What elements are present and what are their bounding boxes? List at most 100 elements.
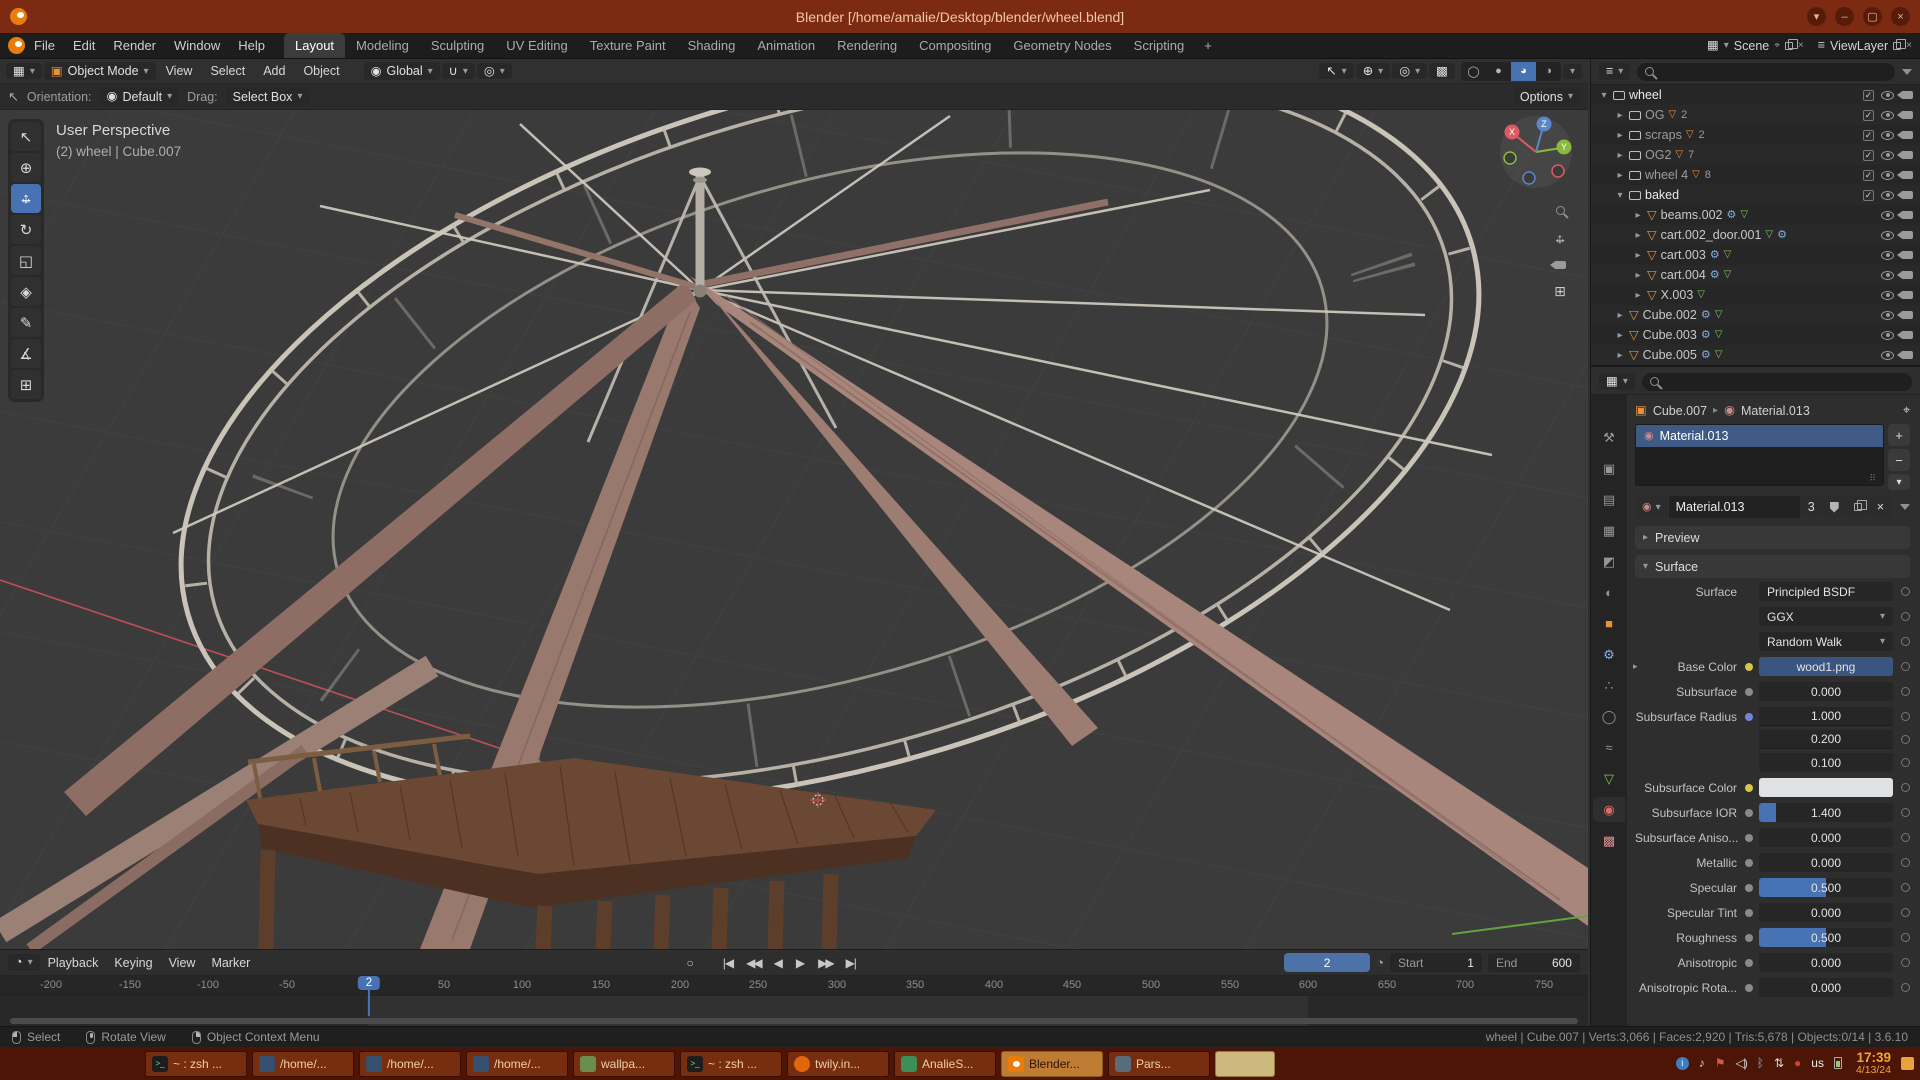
jump-to-end-button[interactable]	[841, 955, 861, 971]
subsurface-ior-field[interactable]: 1.400	[1759, 803, 1893, 822]
hide-eye-icon[interactable]	[1881, 271, 1894, 280]
subsurface-color-swatch[interactable]	[1759, 778, 1893, 797]
timeline-editor-type-button[interactable]	[8, 954, 40, 971]
camera-view-icon[interactable]	[1554, 261, 1566, 269]
zoom-icon[interactable]	[1556, 206, 1565, 215]
hide-eye-icon[interactable]	[1881, 91, 1894, 100]
recording-tray-icon[interactable]	[1794, 1057, 1801, 1069]
exclude-checkbox[interactable]	[1863, 170, 1874, 181]
disclosure-icon[interactable]	[1615, 310, 1625, 321]
menu-window[interactable]: Window	[165, 33, 229, 58]
exclude-checkbox[interactable]	[1863, 130, 1874, 141]
specular-tint-field[interactable]: 0.000	[1759, 903, 1893, 922]
surface-shader-button[interactable]: Principled BSDF	[1759, 582, 1893, 601]
disclosure-icon[interactable]	[1599, 90, 1609, 101]
breadcrumb-material[interactable]: Material.013	[1741, 404, 1810, 418]
start-frame-field[interactable]: Start1	[1390, 953, 1482, 972]
decorator-icon[interactable]	[1901, 735, 1910, 744]
outliner-collection-og[interactable]: OG 2	[1591, 105, 1920, 125]
task-button-blender[interactable]: Blender...	[1001, 1051, 1103, 1077]
volume-tray-icon[interactable]	[1736, 1057, 1747, 1069]
properties-tab-texture[interactable]: ▩	[1593, 828, 1625, 853]
outliner-object-beams-002[interactable]: beams.002	[1591, 205, 1920, 225]
properties-tab-scene[interactable]: ◩	[1593, 549, 1625, 574]
hide-eye-icon[interactable]	[1881, 331, 1894, 340]
transform-orientation-dropdown[interactable]: Global	[364, 62, 440, 80]
menu-add[interactable]: Add	[255, 64, 293, 78]
preview-panel-header[interactable]: Preview	[1635, 526, 1910, 549]
music-tray-icon[interactable]	[1699, 1057, 1705, 1069]
outliner-object-cart-002-door-001[interactable]: cart.002_door.001	[1591, 225, 1920, 245]
viewport-3d[interactable]: User Perspective (2) wheel | Cube.007	[0, 110, 1588, 949]
menu-object[interactable]: Object	[295, 64, 347, 78]
tray-highlight-icon[interactable]	[1901, 1057, 1914, 1070]
decorator-icon[interactable]	[1901, 662, 1910, 671]
tab-shading[interactable]: Shading	[677, 33, 747, 58]
axis-z-neg-handle[interactable]	[1523, 172, 1535, 184]
disable-render-icon[interactable]	[1901, 311, 1913, 319]
disclosure-icon[interactable]	[1615, 170, 1625, 181]
list-resize-grip[interactable]: ⠿	[1869, 473, 1877, 484]
transform-tool[interactable]	[11, 277, 41, 306]
hide-eye-icon[interactable]	[1881, 351, 1894, 360]
tab-scripting[interactable]: Scripting	[1123, 33, 1196, 58]
task-button-files-2[interactable]: /home/...	[359, 1051, 461, 1077]
task-button-zsh-1[interactable]: ~ : zsh ...	[145, 1051, 247, 1077]
expand-icon[interactable]	[1633, 661, 1638, 672]
outliner-object-cart-004[interactable]: cart.004	[1591, 265, 1920, 285]
menu-file[interactable]: File	[25, 33, 64, 58]
outliner-collection-og2[interactable]: OG2 7	[1591, 145, 1920, 165]
hide-eye-icon[interactable]	[1881, 211, 1894, 220]
outliner-object-cube-002[interactable]: Cube.002	[1591, 305, 1920, 325]
anisotropic-field[interactable]: 0.000	[1759, 953, 1893, 972]
disclosure-icon[interactable]	[1615, 150, 1625, 161]
decorator-icon[interactable]	[1901, 612, 1910, 621]
outliner-collection-scraps[interactable]: scraps 2	[1591, 125, 1920, 145]
window-shade-icon[interactable]	[1807, 7, 1826, 26]
overlays-dropdown[interactable]	[1392, 63, 1427, 80]
jump-to-start-button[interactable]	[718, 955, 738, 971]
new-scene-icon[interactable]	[1785, 42, 1793, 50]
tab-geometry-nodes[interactable]: Geometry Nodes	[1002, 33, 1122, 58]
bluetooth-tray-icon[interactable]	[1757, 1057, 1764, 1069]
orientation-default-dropdown[interactable]: Default	[100, 88, 180, 106]
window-titlebar[interactable]: Blender [/home/amalie/Desktop/blender/wh…	[0, 0, 1920, 33]
task-button-pars[interactable]: Pars...	[1108, 1051, 1210, 1077]
pin-icon[interactable]	[1903, 404, 1910, 417]
task-button-files-3[interactable]: /home/...	[466, 1051, 568, 1077]
unlink-material-button[interactable]	[1870, 496, 1891, 518]
task-button-untitled[interactable]	[1215, 1051, 1275, 1077]
mode-dropdown[interactable]: Object Mode	[44, 62, 156, 80]
properties-editor-type-button[interactable]	[1599, 373, 1635, 390]
tab-layout[interactable]: Layout	[284, 33, 345, 58]
auto-keying-button[interactable]	[682, 955, 699, 971]
decorator-icon[interactable]	[1901, 637, 1910, 646]
subsurface-method-dropdown[interactable]: Random Walk	[1759, 632, 1893, 651]
editor-type-button[interactable]	[6, 63, 42, 80]
playhead[interactable]: 2	[368, 976, 370, 1016]
task-button-zsh-2[interactable]: ~ : zsh ...	[680, 1051, 782, 1077]
disable-render-icon[interactable]	[1901, 231, 1913, 239]
filter-icon[interactable]	[1900, 504, 1910, 510]
subsurface-radius-y-field[interactable]: 0.200	[1759, 730, 1893, 749]
disable-render-icon[interactable]	[1901, 91, 1913, 99]
outliner-collection-wheel4[interactable]: wheel 4 8	[1591, 165, 1920, 185]
add-workspace-button[interactable]: +	[1195, 33, 1221, 58]
object-visibility-dropdown[interactable]	[1319, 63, 1354, 80]
disclosure-icon[interactable]	[1615, 350, 1625, 361]
disclosure-icon[interactable]	[1615, 190, 1625, 201]
task-button-analies[interactable]: AnalieS...	[894, 1051, 996, 1077]
hide-eye-icon[interactable]	[1881, 291, 1894, 300]
use-preview-range-icon[interactable]	[1376, 956, 1384, 969]
end-frame-field[interactable]: End600	[1488, 953, 1580, 972]
disclosure-icon[interactable]	[1615, 130, 1625, 141]
gizmos-dropdown[interactable]	[1356, 63, 1391, 80]
options-dropdown[interactable]: Options	[1513, 88, 1580, 106]
scale-tool[interactable]	[11, 246, 41, 275]
menu-help[interactable]: Help	[229, 33, 274, 58]
rotate-tool[interactable]	[11, 215, 41, 244]
shading-material-button[interactable]	[1511, 62, 1536, 81]
proportional-edit-dropdown[interactable]	[477, 63, 512, 80]
move-tool[interactable]	[11, 184, 41, 213]
task-button-browser[interactable]: twily.in...	[787, 1051, 889, 1077]
